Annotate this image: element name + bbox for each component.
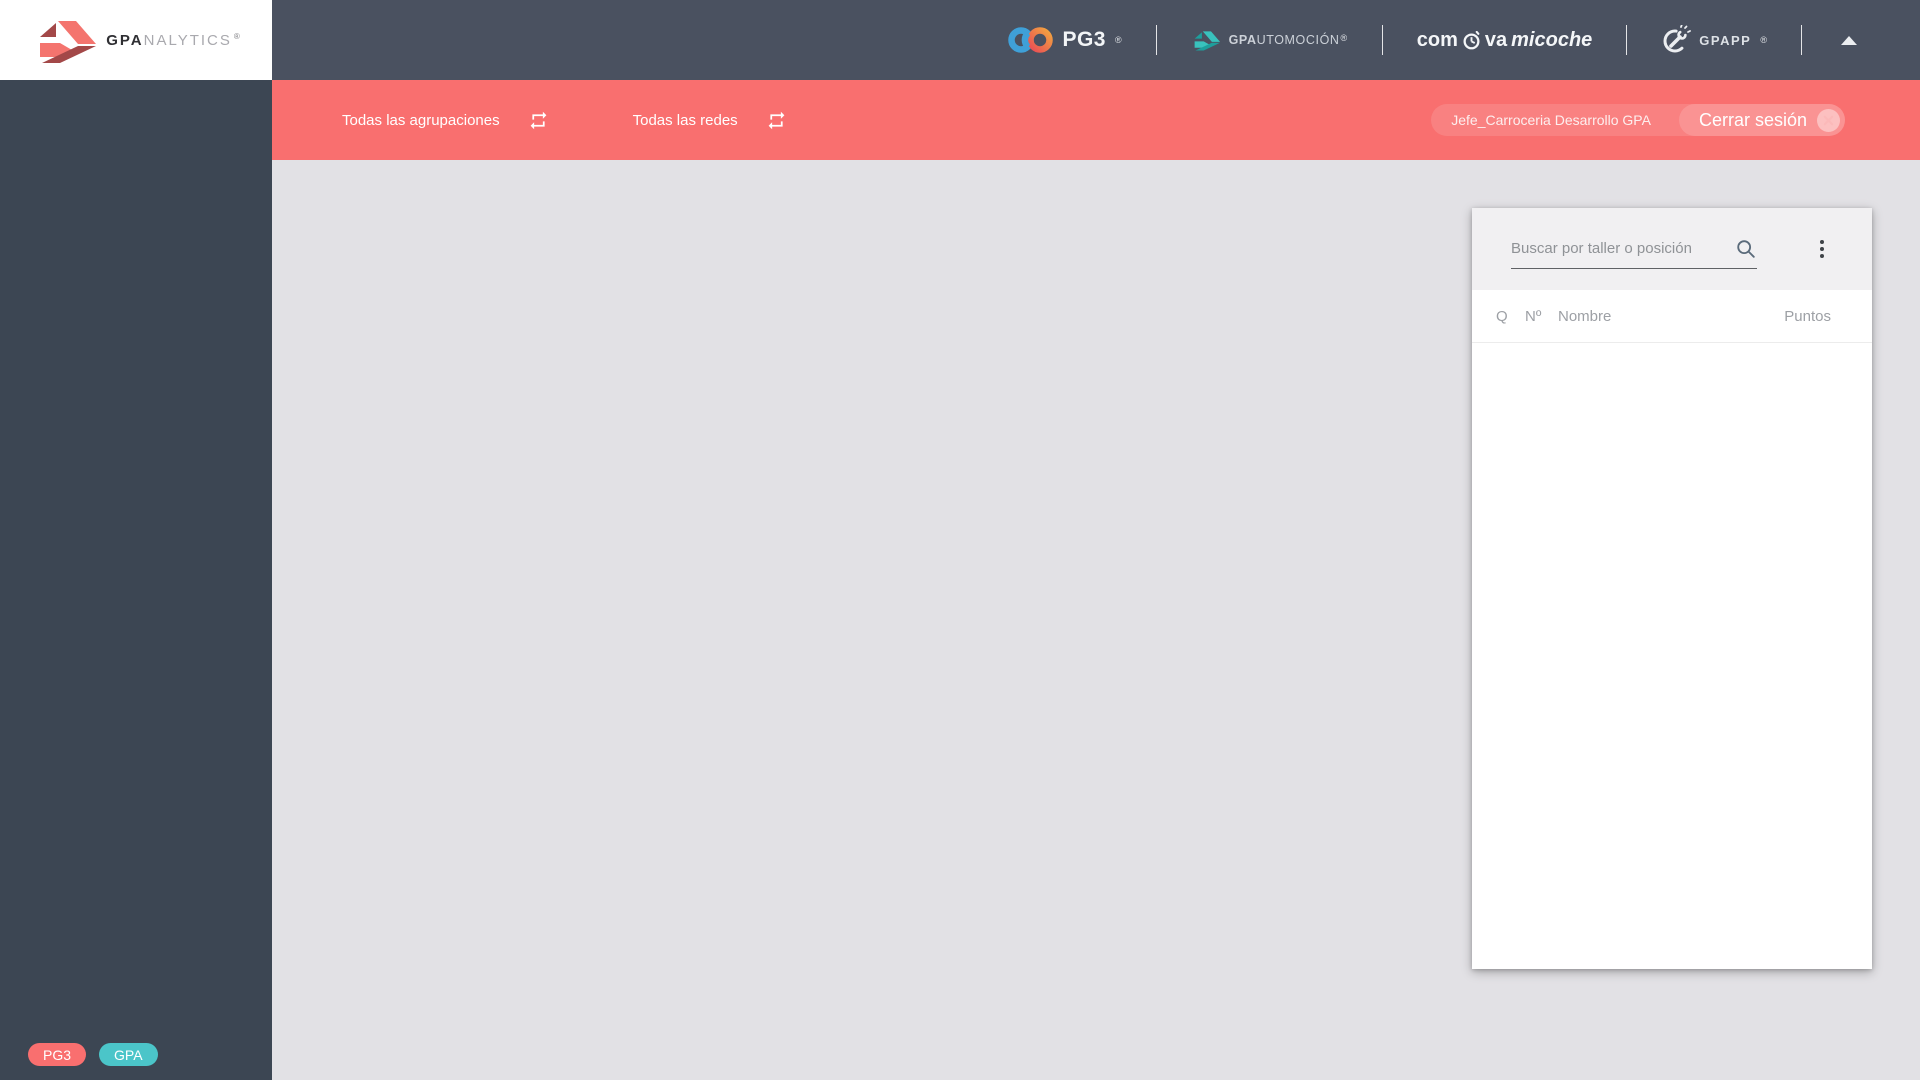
sidebar: PG3 GPA (0, 80, 272, 1080)
header-divider (1626, 25, 1628, 55)
table-header: Q Nº Nombre Puntos (1472, 290, 1872, 343)
logo-registered-mark: ® (233, 31, 240, 41)
gpa-badge[interactable]: GPA (99, 1043, 158, 1066)
comovamicoche-wordmark: com va micoche (1417, 29, 1593, 52)
panel-header (1472, 208, 1872, 290)
column-header-q: Q (1496, 307, 1508, 325)
pg3-label: PG3 (1062, 28, 1106, 51)
column-header-nombre: Nombre (1558, 307, 1612, 325)
app-root: GPA NALYTICS ® PG3 ® GPAUTOMOCIÓN® com v… (0, 0, 1920, 1080)
user-session-pill: Jefe_Carroceria Desarrollo GPA Cerrar se… (1431, 104, 1845, 136)
ranking-panel: Q Nº Nombre Puntos (1472, 208, 1872, 969)
logout-label: Cerrar sesión (1698, 109, 1807, 130)
gpautomocion-label-bold: GPA (1228, 33, 1257, 47)
sidebar-badges: PG3 GPA (28, 1043, 158, 1066)
comovamicoche-logo[interactable]: com va micoche (1417, 29, 1593, 52)
logout-button[interactable]: Cerrar sesión (1678, 104, 1845, 136)
gpapp-registered-mark: ® (1760, 35, 1767, 45)
header-divider (1381, 25, 1383, 55)
table-body[interactable] (1472, 343, 1872, 968)
gpautomocion-label: GPAUTOMOCIÓN® (1229, 33, 1348, 47)
logo-text-nalytics: NALYTICS (143, 31, 232, 49)
pg3-registered-mark: ® (1114, 35, 1122, 45)
column-header-puntos: Puntos (1784, 307, 1831, 325)
gpanalytics-wordmark: GPA NALYTICS ® (106, 32, 240, 49)
search-icon[interactable] (1735, 238, 1757, 260)
pg3-badge[interactable]: PG3 (28, 1043, 87, 1066)
search-field[interactable] (1511, 229, 1757, 269)
collapse-header-button[interactable] (1836, 27, 1862, 53)
caret-up-icon (1841, 35, 1857, 45)
top-header: GPA NALYTICS ® PG3 ® GPAUTOMOCIÓN® com v… (0, 0, 1920, 80)
gpautomocion-logo[interactable]: GPAUTOMOCIÓN® (1191, 28, 1348, 52)
header-divider (1155, 25, 1157, 55)
column-header-numero: Nº (1525, 307, 1542, 325)
comovamicoche-italic: micoche (1511, 28, 1593, 51)
redes-selector[interactable]: Todas las redes (633, 112, 738, 129)
gpautomocion-label-rest: UTOMOCIÓN (1256, 33, 1340, 47)
kebab-dot (1820, 247, 1824, 251)
logo-text-gpa: GPA (106, 31, 144, 49)
kebab-dot (1820, 240, 1824, 244)
gpautomocion-arrow-icon (1194, 31, 1220, 51)
gpautomocion-registered-mark: ® (1340, 33, 1348, 43)
swap-agrupaciones-icon[interactable] (528, 110, 549, 131)
search-input[interactable] (1511, 240, 1735, 257)
agrupaciones-selector[interactable]: Todas las agrupaciones (342, 112, 500, 129)
kebab-dot (1820, 254, 1824, 258)
clock-icon (1463, 30, 1480, 49)
gpapp-label: GPAPP (1699, 32, 1752, 48)
more-options-button[interactable] (1816, 236, 1828, 262)
user-name: Jefe_Carroceria Desarrollo GPA (1451, 112, 1651, 128)
close-session-icon[interactable] (1817, 108, 1840, 132)
gpanalytics-logo[interactable]: GPA NALYTICS ® (0, 0, 272, 80)
comovamicoche-mid: va (1484, 28, 1508, 51)
swap-redes-icon[interactable] (766, 110, 787, 131)
pg3-infinity-icon (1008, 27, 1054, 53)
brand-strip: PG3 ® GPAUTOMOCIÓN® com va micoche GPAPP… (1008, 0, 1920, 80)
header-divider (1801, 25, 1802, 55)
wrench-circle-icon (1663, 25, 1692, 53)
comovamicoche-pre: com (1416, 28, 1458, 51)
gpapp-logo[interactable]: GPAPP ® (1661, 25, 1767, 55)
gpanalytics-arrow-icon (40, 21, 97, 63)
filter-bar: Todas las agrupaciones Todas las redes J… (272, 80, 1920, 160)
pg3-logo[interactable]: PG3 ® (1008, 25, 1122, 55)
